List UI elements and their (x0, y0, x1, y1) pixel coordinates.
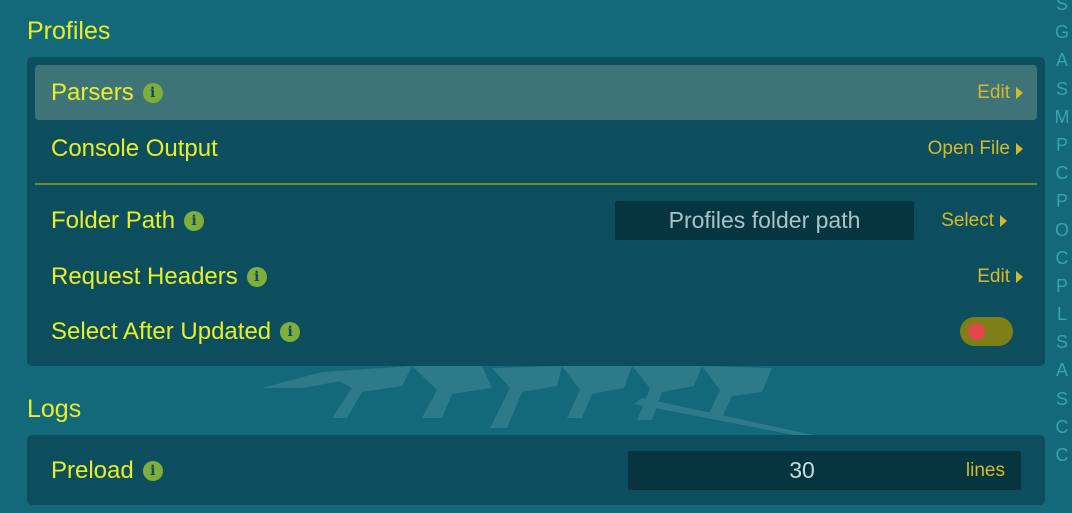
section-divider (35, 183, 1037, 185)
index-letter[interactable]: O (1052, 216, 1072, 244)
index-letter[interactable]: S (1052, 385, 1072, 413)
select-after-updated-row: Select After Updated i (35, 304, 1037, 359)
chevron-right-icon (1016, 270, 1023, 283)
request-headers-row[interactable]: Request Headers i Edit (35, 249, 1037, 304)
toggle-knob (968, 323, 985, 340)
index-letter[interactable]: G (1052, 18, 1072, 46)
folder-select-button[interactable]: Select (941, 210, 1007, 232)
info-icon[interactable]: i (142, 460, 163, 481)
profiles-card: Parsers i Edit Console Output Open File … (27, 57, 1045, 366)
open-file-label: Open File (927, 137, 1010, 159)
profiles-section-title: Profiles (27, 17, 111, 45)
info-icon[interactable]: i (184, 210, 205, 231)
preload-lines-input[interactable]: 30 lines (628, 451, 1021, 490)
chevron-right-icon (1000, 214, 1007, 227)
settings-page: Profiles Parsers i Edit Console Output O… (0, 0, 1072, 513)
index-letter[interactable]: L (1052, 300, 1072, 328)
index-letter[interactable]: A (1052, 46, 1072, 74)
request-headers-edit-label: Edit (977, 265, 1010, 287)
preload-value[interactable]: 30 (628, 451, 976, 490)
parsers-row[interactable]: Parsers i Edit (35, 65, 1037, 120)
parsers-edit-button[interactable]: Edit (977, 82, 1023, 104)
index-letter[interactable]: A (1052, 356, 1072, 384)
folder-path-label: Folder Path (51, 206, 176, 234)
index-letter[interactable]: C (1052, 441, 1072, 469)
folder-select-label: Select (941, 209, 994, 231)
index-letter[interactable]: S (1052, 75, 1072, 103)
chevron-right-icon (1016, 86, 1023, 99)
open-file-button[interactable]: Open File (928, 138, 1023, 160)
request-headers-label: Request Headers (51, 262, 238, 290)
preload-label-group: Preload i (51, 457, 163, 485)
index-letter[interactable]: M (1052, 103, 1072, 131)
info-icon[interactable]: i (280, 321, 301, 342)
preload-label: Preload (51, 456, 134, 484)
index-letter[interactable]: P (1052, 187, 1072, 215)
console-output-label-group: Console Output (51, 135, 218, 163)
index-letter[interactable]: S (1052, 328, 1072, 356)
chevron-right-icon (1016, 142, 1023, 155)
folder-path-label-group: Folder Path i (51, 206, 205, 235)
index-letter[interactable]: P (1052, 131, 1072, 159)
select-after-updated-label: Select After Updated (51, 317, 272, 345)
select-after-updated-label-group: Select After Updated i (51, 317, 301, 346)
profiles-folder-path-input[interactable]: Profiles folder path (615, 201, 914, 240)
parsers-edit-label: Edit (977, 81, 1010, 103)
info-icon[interactable]: i (142, 82, 163, 103)
index-letter[interactable]: C (1052, 159, 1072, 187)
info-icon[interactable]: i (246, 266, 267, 287)
preload-unit: lines (965, 459, 1005, 481)
request-headers-edit-button[interactable]: Edit (977, 266, 1023, 288)
index-letter-column: SGASMPCPOCPLSASCC (1052, 0, 1072, 469)
parsers-label-group: Parsers i (51, 79, 163, 107)
index-letter[interactable]: C (1052, 244, 1072, 272)
console-output-row[interactable]: Console Output Open File (35, 121, 1037, 176)
index-letter[interactable]: C (1052, 413, 1072, 441)
logs-section-title: Logs (27, 395, 82, 423)
logs-card: Preload i 30 lines (27, 435, 1045, 505)
index-letter[interactable]: P (1052, 272, 1072, 300)
index-letter[interactable]: S (1052, 0, 1072, 18)
request-headers-label-group: Request Headers i (51, 263, 267, 291)
parsers-label: Parsers (51, 78, 134, 106)
console-output-label: Console Output (51, 134, 218, 162)
cyberpunk-logo (262, 366, 818, 438)
select-after-updated-toggle[interactable] (960, 317, 1013, 346)
